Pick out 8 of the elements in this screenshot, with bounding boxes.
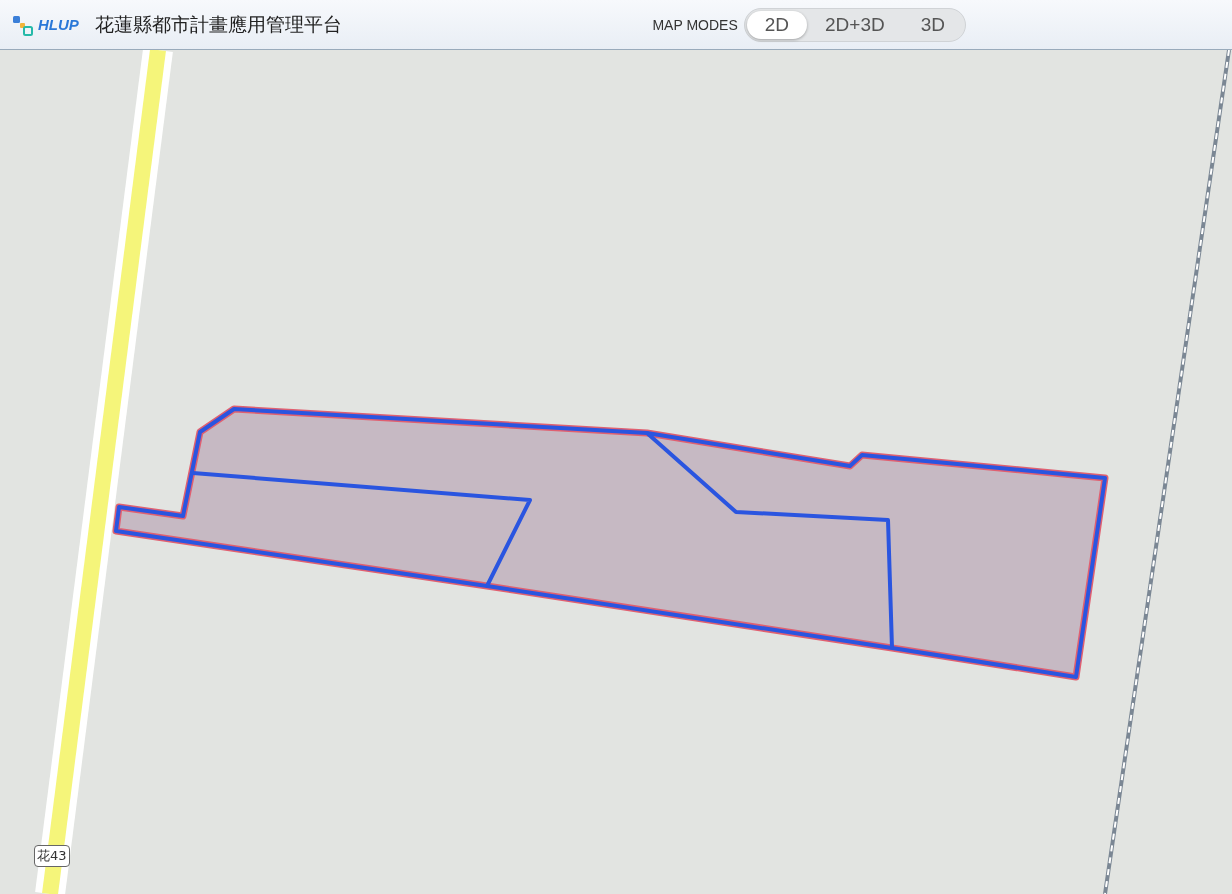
map-mode-tab[interactable]: 3D: [902, 10, 963, 39]
map-mode-tab[interactable]: 2D: [746, 10, 808, 39]
map-mode-tab[interactable]: 2D+3D: [807, 10, 903, 39]
road-label: 花43: [34, 845, 70, 867]
app-title: 花蓮縣都市計畫應用管理平台: [94, 11, 342, 37]
logo-text: HLUP: [38, 16, 79, 33]
logo-icon: [12, 13, 34, 36]
map-modes-label: MAP MODES: [652, 16, 738, 33]
